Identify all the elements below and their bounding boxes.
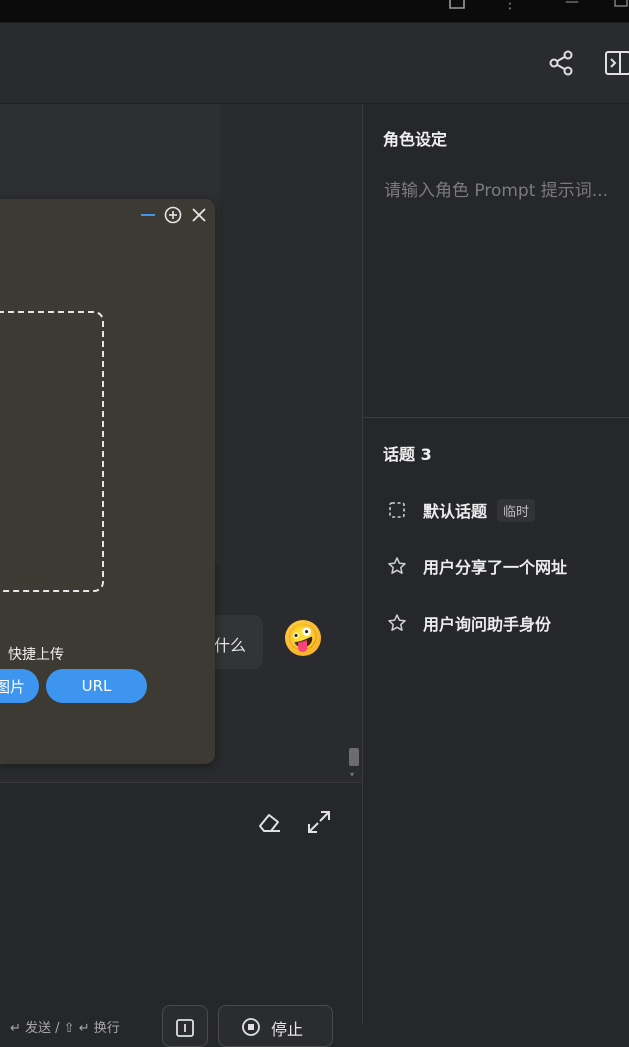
close-icon <box>192 208 206 222</box>
topic-item[interactable]: 用户询问助手身份 <box>373 603 623 643</box>
zoom-dialog-button[interactable] <box>163 205 183 225</box>
minus-icon <box>141 214 155 216</box>
plus-square-icon <box>176 1019 194 1037</box>
image-upload-button[interactable]: 图片 <box>0 669 39 703</box>
chat-scrollbar[interactable] <box>347 104 361 780</box>
message-text: 什么 <box>214 636 247 655</box>
eraser-icon <box>259 814 280 832</box>
upload-dialog: 快捷上传 图片 URL <box>0 199 215 764</box>
stop-icon <box>242 1018 260 1036</box>
maximize-icon[interactable] <box>614 0 628 14</box>
scroll-down-arrow-icon[interactable]: ▾ <box>350 770 354 779</box>
clear-button[interactable] <box>254 807 284 837</box>
panel-right-icon <box>605 51 629 75</box>
plus-circle-icon <box>164 206 182 224</box>
topic-label: 默认话题 <box>423 502 488 521</box>
input-area: ↵ 发送 / ⇧ ↵ 换行 停止 <box>0 782 362 1047</box>
topic-label: 用户询问助手身份 <box>423 615 552 634</box>
close-dialog-button[interactable] <box>189 205 209 225</box>
topic-item[interactable]: 默认话题 临时 <box>373 490 623 530</box>
topic-label: 用户分享了一个网址 <box>423 558 568 577</box>
role-setting-title: 角色设定 <box>383 130 448 149</box>
scrollbar-thumb[interactable] <box>349 748 359 766</box>
star-icon[interactable] <box>383 609 411 637</box>
drop-zone[interactable] <box>0 311 104 592</box>
toggle-panel-button[interactable] <box>600 46 629 80</box>
role-prompt-input[interactable]: 请输入角色 Prompt 提示词... <box>384 176 608 201</box>
chat-header <box>0 23 629 104</box>
url-upload-button[interactable]: URL <box>46 669 147 703</box>
minimize-dialog-button[interactable] <box>138 205 158 225</box>
stop-label: 停止 <box>271 1020 304 1039</box>
minimize-icon[interactable]: — <box>565 0 579 10</box>
temporary-badge: 临时 <box>497 498 536 522</box>
share-icon <box>549 50 573 76</box>
more-vertical-icon[interactable]: ⋮ <box>503 0 517 12</box>
topics-title: 话题 3 <box>383 445 432 464</box>
expand-button[interactable] <box>304 807 334 837</box>
send-hint: ↵ 发送 / ⇧ ↵ 换行 <box>10 1021 120 1036</box>
assistant-avatar: 🤪 <box>285 620 321 656</box>
expand-icon <box>308 811 330 833</box>
section-divider <box>363 417 629 418</box>
topic-item[interactable]: 用户分享了一个网址 <box>373 546 623 586</box>
stop-button[interactable]: 停止 <box>218 1005 333 1047</box>
dashed-square-icon <box>383 496 411 524</box>
share-button[interactable] <box>544 46 578 80</box>
extension-icon[interactable] <box>446 0 468 18</box>
star-icon[interactable] <box>383 552 411 580</box>
quick-upload-label: 快捷上传 <box>8 647 64 663</box>
window-titlebar: ⋮ — <box>0 0 629 23</box>
right-panel: 角色设定 请输入角色 Prompt 提示词... 话题 3 默认话题 临时 用户… <box>363 104 629 1024</box>
attach-button[interactable] <box>162 1005 208 1047</box>
